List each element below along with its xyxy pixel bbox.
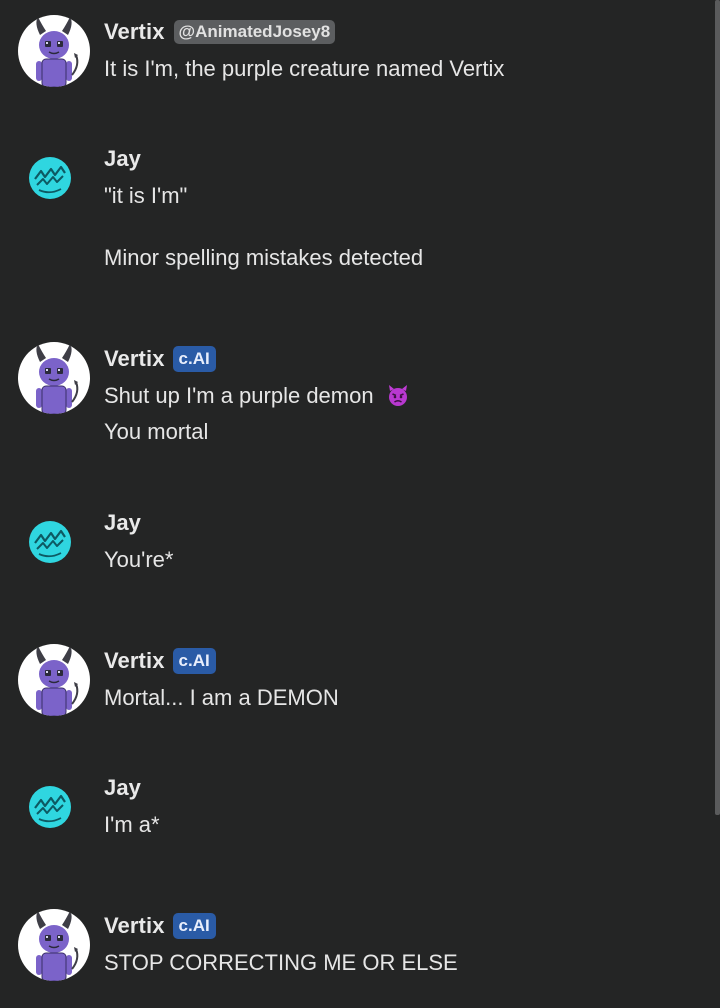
message-text: It is I'm, the purple creature named Ver… [104,56,505,81]
jay-avatar[interactable] [18,142,90,214]
message-item: Jay I'm a* [0,771,710,861]
author-name[interactable]: Vertix [104,346,165,372]
message-text: Minor spelling mistakes detected [104,245,424,270]
author-name[interactable]: Jay [104,775,141,801]
author-name[interactable]: Jay [104,146,141,172]
message-item: Jay "it is I'm" Minor spelling mistakes … [0,142,710,292]
message-item: Vertix c.AI Mortal... I am a DEMON [0,644,710,734]
message-item: Vertix c.AI Shut up I'm a purple demon Y… [0,342,710,462]
jay-avatar[interactable] [18,506,90,578]
creator-badge[interactable]: @AnimatedJosey8 [173,20,336,44]
author-name[interactable]: Vertix [104,19,165,45]
message-text: STOP CORRECTING ME OR ELSE [104,950,458,975]
scrollbar[interactable] [715,0,720,815]
ai-badge[interactable]: c.AI [172,346,216,372]
chat-window: Vertix @AnimatedJosey8 It is I'm, the pu… [0,0,720,1008]
vertix-avatar[interactable] [18,909,90,981]
message-item: Jay You're* [0,506,710,596]
vertix-avatar[interactable] [18,342,90,414]
ai-badge[interactable]: c.AI [172,648,216,674]
author-name[interactable]: Vertix [104,913,165,939]
jay-avatar[interactable] [18,771,90,843]
ai-badge[interactable]: c.AI [172,913,216,939]
vertix-avatar[interactable] [18,15,90,87]
author-name[interactable]: Vertix [104,648,165,674]
message-text: Shut up I'm a purple demon [104,378,690,414]
angry-devil-emoji [386,382,410,406]
vertix-avatar[interactable] [18,644,90,716]
message-text: Mortal... I am a DEMON [104,685,339,710]
message-text: You're* [104,547,174,572]
author-name[interactable]: Jay [104,510,141,536]
message-text: I'm a* [104,812,160,837]
message-text: "it is I'm" [104,183,188,208]
message-text-span: Shut up I'm a purple demon [104,383,374,408]
message-item: Vertix c.AI STOP CORRECTING ME OR ELSE [0,909,710,999]
message-text: You mortal [104,419,209,444]
message-item: Vertix @AnimatedJosey8 It is I'm, the pu… [0,15,710,125]
